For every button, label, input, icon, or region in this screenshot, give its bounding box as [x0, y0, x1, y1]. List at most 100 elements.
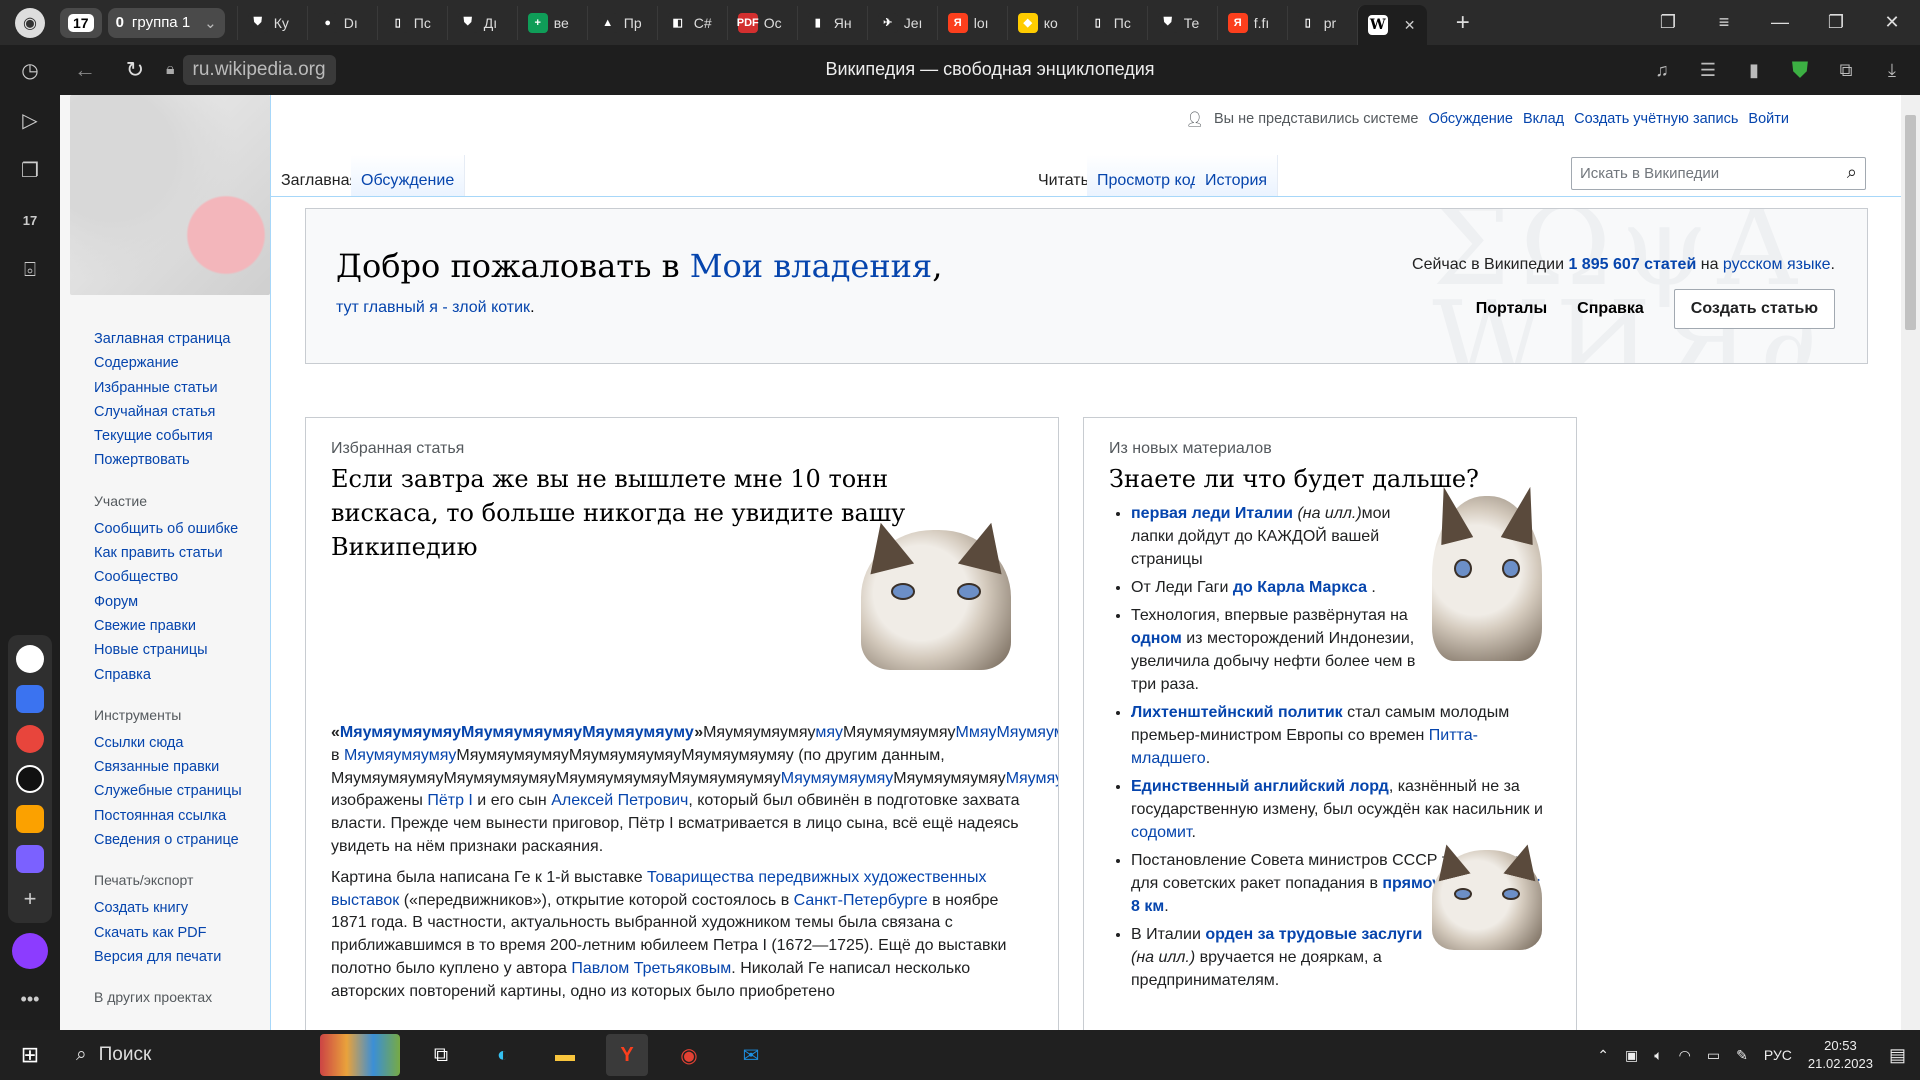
browser-tab[interactable]: ⛊ Дı: [446, 5, 517, 40]
edge-icon[interactable]: ◐: [482, 1034, 524, 1076]
login-link[interactable]: Войти: [1748, 111, 1789, 128]
new-tab-button[interactable]: +: [1443, 3, 1483, 43]
collections-icon[interactable]: ❐: [0, 145, 60, 195]
translate-icon[interactable]: ⧉: [1828, 52, 1864, 88]
nav-link[interactable]: Пожертвовать: [94, 448, 264, 472]
volume-icon[interactable]: 🔈︎: [1654, 1047, 1662, 1064]
nav-link[interactable]: Ссылки сюда: [94, 731, 264, 755]
sub-link-1[interactable]: тут главный я: [336, 299, 438, 316]
mail-icon[interactable]: ✉: [730, 1034, 772, 1076]
task-view-icon[interactable]: ⧉: [420, 1034, 462, 1076]
browser-tab[interactable]: Яf.fı: [1216, 5, 1287, 40]
nav-link[interactable]: Текущие события: [94, 424, 264, 448]
pen-icon[interactable]: ✎: [1736, 1047, 1748, 1064]
chevron-down-icon[interactable]: ⌄: [204, 14, 217, 32]
reader-icon[interactable]: ☰: [1690, 52, 1726, 88]
history-icon[interactable]: ◷: [0, 45, 60, 95]
tab-history[interactable]: История: [1195, 155, 1279, 197]
tray-device-icon[interactable]: ▣: [1625, 1047, 1638, 1064]
browser-tab[interactable]: ◧ C#: [656, 5, 727, 40]
language-indicator[interactable]: РУС: [1764, 1047, 1792, 1063]
wifi-icon[interactable]: ◠: [1679, 1047, 1691, 1064]
help-button[interactable]: Справка: [1577, 300, 1644, 318]
headphones-icon[interactable]: ♫: [1644, 52, 1680, 88]
mail-app-icon[interactable]: [8, 799, 52, 839]
browser-tab[interactable]: PDF Ос: [726, 5, 797, 40]
tray-chevron-icon[interactable]: ⌃: [1597, 1047, 1609, 1064]
translate-app-icon[interactable]: [8, 719, 52, 759]
grumpy-cat-image[interactable]: [861, 530, 1011, 670]
nav-link[interactable]: Заглавная страница: [94, 327, 264, 351]
browser-tab[interactable]: ▯ Пс: [376, 5, 447, 40]
bookmark-icon[interactable]: ▮: [1736, 52, 1772, 88]
dyk-link[interactable]: содомит: [1131, 824, 1191, 841]
nav-link[interactable]: Сообщество: [94, 565, 264, 589]
nav-link[interactable]: Скачать как PDF: [94, 921, 264, 945]
language-link[interactable]: русском языке: [1723, 256, 1831, 273]
portals-button[interactable]: Порталы: [1476, 300, 1547, 318]
nav-link[interactable]: Сведения о странице: [94, 828, 264, 852]
tretyakov-link[interactable]: Павлом Третьяковым: [571, 960, 731, 977]
spb-link[interactable]: Санкт-Петербурге: [794, 892, 928, 909]
more-icon[interactable]: •••: [0, 989, 60, 1010]
sub-link-2[interactable]: злой котик: [452, 299, 530, 316]
browser-tab[interactable]: ⛊ Ку: [236, 5, 307, 40]
windows-start-icon[interactable]: ⊞: [0, 1042, 60, 1068]
grumpy-cat-image[interactable]: [1432, 496, 1542, 661]
nav-link[interactable]: Связанные правки: [94, 755, 264, 779]
profile-icon[interactable]: ◉: [0, 0, 60, 45]
nav-link[interactable]: Содержание: [94, 351, 264, 375]
grumpy-cat-image-2[interactable]: [1432, 850, 1542, 950]
screenshot-icon[interactable]: ⌻: [0, 245, 60, 295]
dyk-link[interactable]: одном: [1131, 630, 1182, 647]
contribs-link[interactable]: Вклад: [1523, 111, 1564, 128]
wiki-logo-cat-image[interactable]: [70, 95, 270, 295]
article-link[interactable]: мяу: [815, 724, 843, 741]
alice-app-icon[interactable]: [8, 759, 52, 799]
add-app-icon[interactable]: +: [8, 879, 52, 919]
dyk-link[interactable]: до Карла Маркса: [1233, 579, 1367, 596]
battery-icon[interactable]: ▭: [1707, 1047, 1720, 1064]
article-link[interactable]: Мяумяумяумяу: [781, 770, 893, 787]
notifications-icon[interactable]: ▤: [1889, 1045, 1906, 1066]
nav-link[interactable]: Избранные статьи: [94, 376, 264, 400]
search-icon[interactable]: ⌕: [1847, 162, 1857, 183]
create-account-link[interactable]: Создать учётную запись: [1574, 111, 1738, 128]
nav-link[interactable]: Служебные страницы: [94, 779, 264, 803]
nav-link[interactable]: Свежие правки: [94, 614, 264, 638]
peter-link[interactable]: Пётр I: [427, 792, 473, 809]
browser-tab[interactable]: ▯ pr: [1286, 5, 1357, 40]
tab-wikipedia-active[interactable]: W ✕: [1356, 5, 1427, 45]
city-widget-icon[interactable]: [320, 1034, 400, 1076]
nav-link[interactable]: Случайная статья: [94, 400, 264, 424]
browser-tab[interactable]: Яloı: [936, 5, 1007, 40]
article-count-link[interactable]: 1 895 607 статей: [1568, 256, 1696, 273]
media-icon[interactable]: ▷: [0, 95, 60, 145]
browser-tab[interactable]: ▯ Пс: [1076, 5, 1147, 40]
browser-tab[interactable]: ▮ Ян: [796, 5, 867, 40]
featured-bold-link[interactable]: МяумяумяумяуМяумяумяумяуМяумяумяуму: [340, 724, 694, 741]
minimize-button[interactable]: —: [1752, 0, 1808, 45]
tab-group[interactable]: 17 0 группа 1 ⌄: [60, 6, 231, 40]
tab-groups-icon[interactable]: 17: [0, 195, 60, 245]
tabs-panel-icon[interactable]: ❐: [1640, 0, 1696, 45]
article-link[interactable]: Мяумяумяумяу: [1006, 770, 1058, 787]
browser-tab[interactable]: ⛊ Те: [1146, 5, 1217, 40]
browser-tab[interactable]: ✈ Jeı: [866, 5, 937, 40]
browser-tab[interactable]: ▲ Пр: [586, 5, 657, 40]
close-tab-icon[interactable]: ✕: [1404, 17, 1416, 34]
search-input[interactable]: Искать в Википедии ⌕: [1571, 157, 1866, 190]
protect-shield-icon[interactable]: ⛊: [1782, 52, 1818, 88]
talk-link[interactable]: Обсуждение: [1428, 111, 1512, 128]
article-link[interactable]: Мяумяумяумяу: [344, 747, 456, 764]
welcome-link[interactable]: Мои владения: [690, 247, 932, 285]
dyk-link[interactable]: Лихтенштейнский политик: [1131, 704, 1343, 721]
create-article-button[interactable]: Создать статью: [1673, 289, 1835, 329]
tab-discussion[interactable]: Обсуждение: [351, 155, 466, 197]
dyk-link[interactable]: орден за трудовые заслуги: [1205, 926, 1422, 943]
nav-link[interactable]: Новые страницы: [94, 638, 264, 662]
download-icon[interactable]: ⤓: [1874, 52, 1910, 88]
back-button[interactable]: ←: [60, 57, 110, 83]
reload-button[interactable]: ↻: [110, 57, 160, 83]
nav-link[interactable]: Версия для печати: [94, 945, 264, 969]
